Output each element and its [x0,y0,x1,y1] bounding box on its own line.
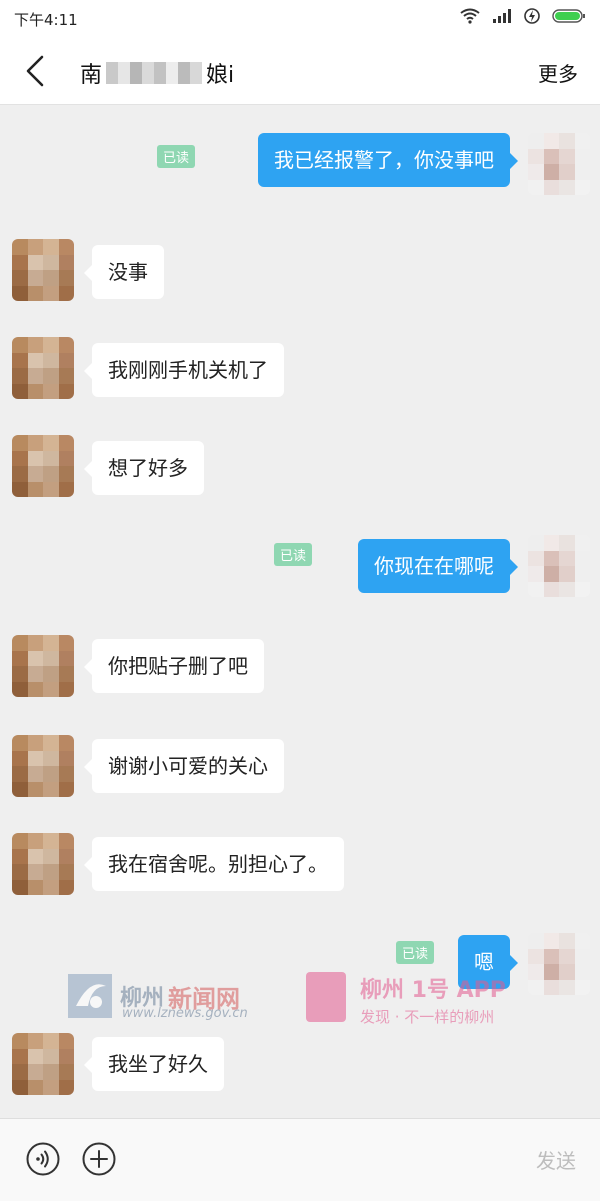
input-bar: 发送 [0,1118,600,1201]
contact-avatar[interactable] [12,435,74,497]
status-bar: 下午4:11 [0,0,600,36]
charging-icon [524,8,540,24]
incoming-message-bubble[interactable]: 谢谢小可爱的关心 [84,739,284,793]
status-icons [460,8,586,24]
contact-avatar[interactable] [12,735,74,797]
redacted-name-mosaic [106,62,203,84]
more-button[interactable]: 更多 [538,58,578,87]
contact-avatar[interactable] [12,1033,74,1095]
voice-icon [26,1142,60,1176]
chat-title-prefix: 南 [80,63,103,88]
send-button[interactable]: 发送 [536,1145,576,1174]
signal-icon [493,9,511,23]
incoming-message-bubble[interactable]: 没事 [84,245,164,299]
plus-button[interactable] [82,1142,116,1176]
back-button[interactable] [22,54,54,88]
chevron-left-icon [26,55,44,87]
voice-button[interactable] [26,1142,60,1176]
status-time: 下午4:11 [14,11,78,29]
incoming-message-bubble[interactable]: 你把贴子删了吧 [84,639,264,693]
plus-icon [82,1142,116,1176]
contact-avatar[interactable] [12,635,74,697]
read-badge: 已读 [157,145,196,168]
contact-avatar[interactable] [12,337,74,399]
my-avatar[interactable] [528,933,590,995]
read-badge: 已读 [396,941,435,964]
contact-avatar[interactable] [12,833,74,895]
incoming-message-bubble[interactable]: 我坐了好久 [84,1037,224,1091]
read-badge: 已读 [274,543,313,566]
outgoing-message-bubble[interactable]: 我已经报警了，你没事吧 [258,133,518,187]
chat-header: 南 娘i 更多 [0,36,600,105]
chat-title-suffix: 娘i [206,63,235,88]
chat-area[interactable]: 已读 我已经报警了，你没事吧 没事 我刚刚手机关机了 想了好多 已读 你现在在哪… [0,105,600,1118]
battery-icon [552,9,585,23]
incoming-message-bubble[interactable]: 我在宿舍呢。别担心了。 [84,837,344,891]
incoming-message-bubble[interactable]: 我刚刚手机关机了 [84,343,284,397]
my-avatar[interactable] [528,535,590,597]
wifi-icon [460,8,480,24]
incoming-message-bubble[interactable]: 想了好多 [84,441,204,495]
chat-title: 南 娘i [80,57,234,89]
outgoing-message-bubble[interactable]: 嗯 [458,935,518,989]
outgoing-message-bubble[interactable]: 你现在在哪呢 [358,539,518,593]
contact-avatar[interactable] [12,239,74,301]
my-avatar[interactable] [528,133,590,195]
